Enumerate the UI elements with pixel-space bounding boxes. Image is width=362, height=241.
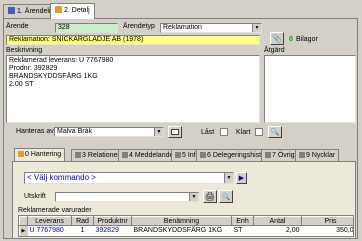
preview-icon: 🔍 [221,193,231,201]
pris-cell: 350,00 [336,227,354,235]
list-icon [8,7,15,14]
beskrivning-label: Beskrivning [6,47,43,54]
varurader-title: Reklamerade varurader [18,207,92,214]
row-pointer-icon: ▶ [19,225,28,236]
rad-cell: 1 [80,227,85,235]
varurader-table: Leverans Rad Produktnr Benämning Enh Ant… [19,216,354,236]
column-header[interactable]: Produktnr [93,216,132,226]
person-card-icon [171,129,179,135]
enh-cell: ST [233,227,243,235]
chevron-down-icon[interactable]: ▼ [224,173,233,183]
print-preview-button[interactable]: 🔍 [219,190,233,203]
leverans-cell[interactable]: U 7767980 [28,226,72,236]
last-label: Låst [201,129,215,136]
user-button[interactable] [168,126,182,138]
printer-icon: 🖨 [204,192,216,201]
hantering-icon [18,151,24,157]
kommando-select[interactable]: < Välj kommando > ▼ [24,172,234,184]
last-checkbox[interactable] [220,128,228,136]
tab-nycklar[interactable]: 9 Nycklar [295,149,340,161]
chevron-down-icon[interactable]: ▼ [154,128,163,136]
column-header[interactable]: Rad [71,216,94,226]
ovrigt-icon [265,152,271,158]
hanteras-label: Hanteras av [16,128,54,135]
paperclip-icon: 📎 [272,34,282,43]
reklamation-field[interactable]: Reklamation: SNICKARGLÄDJE AB (1978) [6,35,260,45]
print-button[interactable]: 🖨 [203,190,217,203]
atgard-textarea[interactable] [264,55,356,123]
chevron-down-icon[interactable]: ▼ [189,193,198,201]
arende-field[interactable]: 328 [55,23,118,33]
bilagor-label: Bilagor [296,36,318,43]
window: 1. Ärendelista 2. Detalj Ärende 328 Ären… [0,0,362,241]
meddelanden-icon [122,152,128,158]
utskrift-select[interactable]: ▼ [55,192,199,202]
column-header[interactable]: Leverans [27,216,72,226]
arendetyp-select[interactable]: Reklamation ▼ [160,23,262,33]
arendetyp-label: Ärendetyp [123,23,155,30]
beskrivning-textarea[interactable]: Reklamerad leverans: U 7767980 Prodnr: 3… [6,55,260,123]
table-row[interactable]: ▶ U 7767980 1 392829 BRANDSKYDDSFÄRG 1KG… [19,225,354,236]
search-button[interactable]: 🔍 [268,126,282,138]
relationer-icon [75,152,81,158]
magnifier-icon: 🔍 [270,129,280,136]
utskrift-label: Utskrift [24,193,46,200]
info-icon [175,152,181,158]
arende-label: Ärende [6,23,29,30]
arrow-right-icon: ▶ [238,175,245,182]
detail-icon [55,6,62,13]
tab-relationer[interactable]: 3 Relationer [71,149,124,161]
bilagor-count: 0 [289,36,293,43]
delegering-icon [200,152,206,158]
chevron-down-icon[interactable]: ▼ [252,24,261,32]
column-header[interactable]: Enh [231,216,254,226]
hanteras-select[interactable]: Malva Bråk ▼ [54,127,164,137]
benamning-cell: BRANDSKYDDSFÄRG 1KG [133,227,223,235]
tab-detalj[interactable]: 2. Detalj [50,3,95,19]
klart-label: Klart [236,129,251,136]
column-header[interactable]: Antal [253,216,302,226]
run-command-button[interactable]: ▶ [236,172,247,184]
tab-hantering[interactable]: 0 Hantering [14,148,66,161]
attach-button[interactable]: 📎 [270,32,284,45]
varurader-table-container: Leverans Rad Produktnr Benämning Enh Ant… [18,215,354,237]
table-header-row: Leverans Rad Produktnr Benämning Enh Ant… [19,216,353,226]
column-header[interactable]: Pris [301,216,353,226]
atgard-label: Åtgärd [264,47,285,54]
nycklar-icon [299,152,305,158]
klart-checkbox[interactable] [255,128,263,136]
column-header[interactable]: Benämning [131,216,232,226]
antal-cell: 2,00 [285,227,300,235]
produktnr-cell[interactable]: 392829 [94,226,132,236]
row-selector-header [19,216,28,226]
